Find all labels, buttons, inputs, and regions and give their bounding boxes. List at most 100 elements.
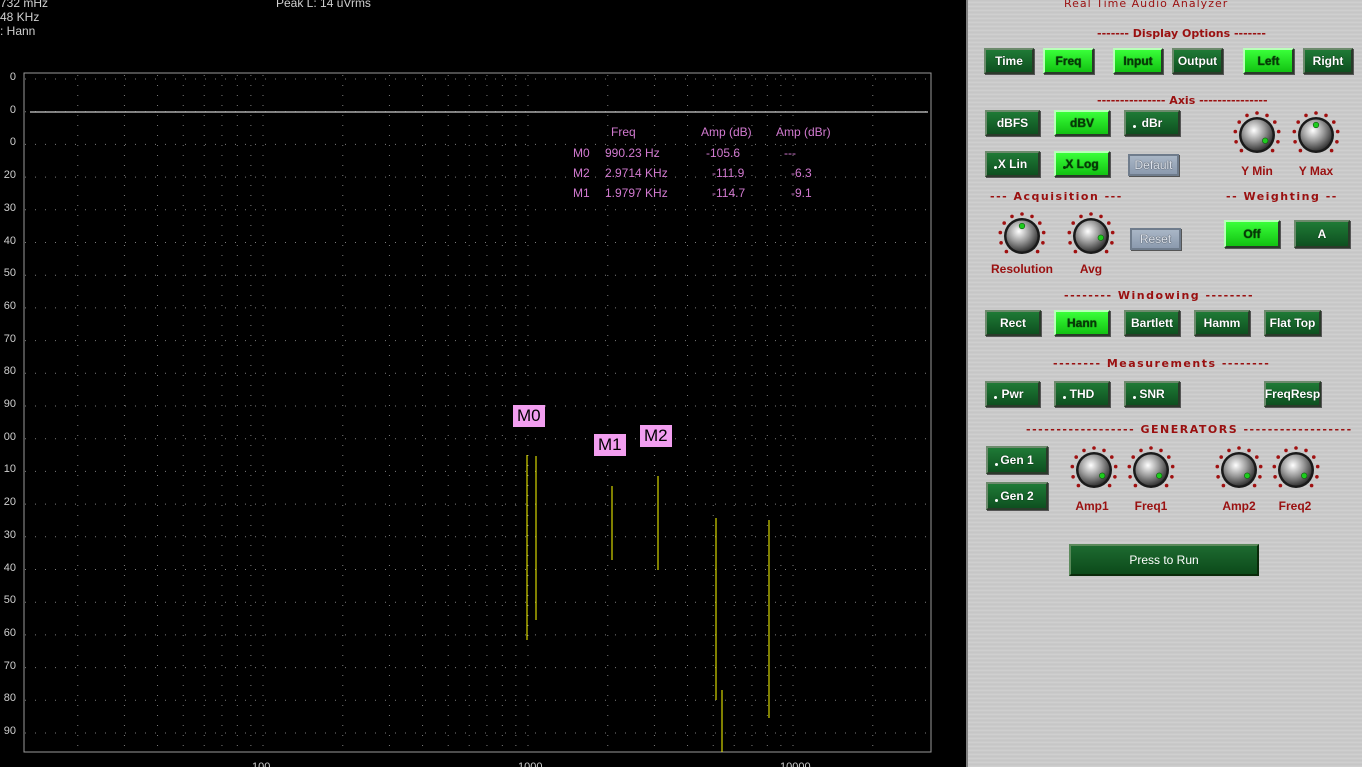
gen2-label: Gen 2 xyxy=(1000,489,1034,503)
rect-button[interactable]: Rect xyxy=(985,310,1041,336)
dbfs-button[interactable]: dBFS xyxy=(985,110,1040,136)
knob-tick xyxy=(1227,448,1231,453)
default-button[interactable]: Default xyxy=(1128,154,1179,176)
marker-m0-label[interactable]: M0 xyxy=(513,405,545,427)
marker-m2-label[interactable]: M2 xyxy=(640,425,672,447)
knob-tick xyxy=(1292,129,1297,134)
knob-tick xyxy=(1159,448,1163,453)
input-button[interactable]: Input xyxy=(1113,48,1163,74)
knob-tick xyxy=(1332,120,1336,124)
avg-knob[interactable] xyxy=(1067,212,1115,260)
knob-tick xyxy=(1113,464,1118,469)
knob-tick xyxy=(1070,464,1075,469)
section-axis: --------------- Axis --------------- xyxy=(1097,94,1268,107)
radio-dot xyxy=(1133,125,1136,128)
output-button[interactable]: Output xyxy=(1172,48,1223,74)
knob-tick xyxy=(1314,111,1318,115)
knob-tick xyxy=(1149,446,1153,450)
knob-tick xyxy=(1110,241,1114,245)
section-windowing: -------- Windowing -------- xyxy=(1064,289,1255,302)
spectrum-plot[interactable] xyxy=(0,0,966,767)
knob-tick xyxy=(1237,120,1241,124)
knob-tick xyxy=(1234,140,1238,144)
y-tick-label: 0 xyxy=(9,103,16,116)
knob-tick xyxy=(1304,448,1308,453)
radio-dot xyxy=(994,166,997,169)
dbr-button[interactable]: dBr xyxy=(1124,110,1180,136)
radio-dot xyxy=(995,463,998,466)
knob-tick xyxy=(1067,230,1072,235)
weighting-off-button[interactable]: Off xyxy=(1224,220,1280,248)
knob-tick xyxy=(1004,249,1009,254)
y-tick-label: 30 xyxy=(3,528,16,541)
y-tick-label: 90 xyxy=(3,398,16,410)
resolution-knob[interactable] xyxy=(998,212,1046,260)
x-tick-100: 100 xyxy=(252,761,271,767)
bartlett-button[interactable]: Bartlett xyxy=(1124,310,1180,336)
dbv-button[interactable]: dBV xyxy=(1054,110,1110,136)
x-tick-1000: 1000 xyxy=(518,761,543,767)
press-to-run-button[interactable]: Press to Run xyxy=(1069,544,1259,576)
knob-tick xyxy=(1128,475,1132,479)
section-display-options: ------- Display Options ------- xyxy=(1097,27,1266,40)
knob-tick xyxy=(1315,464,1320,469)
freq2-knob[interactable] xyxy=(1272,446,1320,494)
amp2-knob[interactable] xyxy=(1215,446,1263,494)
xlog-button[interactable]: X Log xyxy=(1054,151,1110,177)
left-button[interactable]: Left xyxy=(1243,48,1294,74)
freq-button[interactable]: Freq xyxy=(1043,48,1094,74)
freqresp-button[interactable]: FreqResp xyxy=(1264,381,1321,407)
knob-tick xyxy=(1073,249,1078,254)
weighting-a-button[interactable]: A xyxy=(1294,220,1350,248)
knob-tick xyxy=(1041,241,1045,245)
hamm-button[interactable]: Hamm xyxy=(1194,310,1250,336)
marker-row-freq: 1.9797 KHz xyxy=(605,186,668,200)
knob-tick xyxy=(1133,483,1138,488)
section-weighting: -- Weighting -- xyxy=(1226,190,1338,203)
knob-tick xyxy=(1278,483,1283,488)
knob-tick xyxy=(1219,455,1223,459)
knob-tick xyxy=(1215,464,1220,469)
knob-tick xyxy=(1304,113,1308,118)
gen2-button[interactable]: Gen 2 xyxy=(986,482,1048,510)
thd-button[interactable]: THD xyxy=(1054,381,1110,407)
spectrum-display[interactable]: 732 mHz 48 KHz : Hann Peak L: 14 uVrms 0… xyxy=(0,0,966,767)
knob-tick xyxy=(1102,448,1106,453)
knob-tick xyxy=(1258,464,1263,469)
y-tick-label: 70 xyxy=(3,659,16,672)
ymax-knob[interactable] xyxy=(1292,111,1340,159)
knob-tick xyxy=(1335,140,1339,144)
xlin-button[interactable]: X Lin xyxy=(985,151,1040,177)
marker-row-freq: 2.9714 KHz xyxy=(605,166,668,180)
knob-tick xyxy=(1089,212,1093,216)
knob-tick xyxy=(1104,249,1109,254)
knob-indicator xyxy=(1018,222,1026,230)
marker-m1-label[interactable]: M1 xyxy=(594,434,626,456)
ymin-knob[interactable] xyxy=(1233,111,1281,159)
right-button[interactable]: Right xyxy=(1303,48,1353,74)
knob-face xyxy=(1223,454,1255,486)
snr-button[interactable]: SNR xyxy=(1124,381,1180,407)
knob-tick xyxy=(1002,221,1006,225)
reset-button[interactable]: Reset xyxy=(1130,228,1181,250)
knob-tick xyxy=(1237,446,1241,450)
pwr-button[interactable]: Pwr xyxy=(985,381,1040,407)
knob-tick xyxy=(1258,475,1262,479)
freq2-label: Freq2 xyxy=(1278,499,1312,513)
flat-top-button[interactable]: Flat Top xyxy=(1264,310,1321,336)
hann-button[interactable]: Hann xyxy=(1054,310,1110,336)
ymax-label: Y Max xyxy=(1298,164,1334,178)
freq1-knob[interactable] xyxy=(1127,446,1175,494)
knob-tick xyxy=(1099,214,1103,219)
knob-tick xyxy=(1076,483,1081,488)
knob-tick xyxy=(1092,446,1096,450)
marker-row-name: M1 xyxy=(573,186,590,200)
knob-indicator xyxy=(1156,472,1163,479)
gen1-button[interactable]: Gen 1 xyxy=(986,446,1048,474)
knob-tick xyxy=(1329,148,1334,153)
knob-tick xyxy=(1020,212,1024,216)
amp1-knob[interactable] xyxy=(1070,446,1118,494)
pwr-label: Pwr xyxy=(1001,387,1024,401)
time-button[interactable]: Time xyxy=(984,48,1034,74)
knob-tick xyxy=(1335,129,1340,134)
